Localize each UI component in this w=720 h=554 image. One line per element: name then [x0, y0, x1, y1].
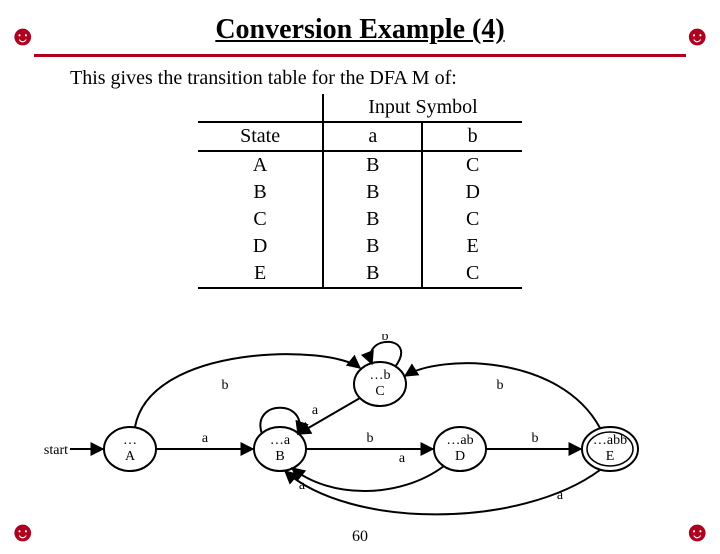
svg-text:…ab: …ab — [446, 433, 473, 448]
edge-E-C — [405, 363, 600, 428]
svg-text:a: a — [202, 431, 209, 446]
edge-A-C — [135, 354, 360, 427]
table-row: ABC — [198, 151, 522, 179]
svg-text:b: b — [222, 378, 229, 393]
svg-text:a: a — [557, 488, 564, 503]
table-row: CBC — [198, 206, 522, 233]
intro-text: This gives the transition table for the … — [70, 67, 650, 90]
state-node-D: …ab D — [434, 427, 486, 471]
svg-text:D: D — [455, 449, 465, 464]
edge-C-B — [298, 398, 360, 434]
svg-text:a: a — [399, 451, 406, 466]
corner-icon-tr: ☻ — [683, 20, 712, 52]
svg-text:…a: …a — [270, 433, 291, 448]
svg-text:b: b — [367, 431, 374, 446]
th-b: b — [422, 122, 521, 151]
svg-text:E: E — [606, 449, 615, 464]
slide-title: Conversion Example (4) — [0, 14, 720, 46]
state-node-E: …abb E — [582, 427, 638, 471]
th-input-symbol: Input Symbol — [323, 94, 522, 122]
svg-text:b: b — [532, 431, 539, 446]
start-label: start — [44, 443, 68, 458]
table-row: DBE — [198, 233, 522, 260]
edge-E-B — [285, 470, 600, 514]
table-row: BBD — [198, 179, 522, 206]
state-node-A: … A — [104, 427, 156, 471]
page-number: 60 — [0, 528, 720, 546]
svg-text:b: b — [497, 378, 504, 393]
table-row: EBC — [198, 260, 522, 288]
svg-text:b: b — [382, 334, 389, 344]
transition-table: Input Symbol State a b ABC BBD CBC DBE E… — [198, 94, 522, 289]
edge-D-B — [292, 466, 444, 491]
svg-text:a: a — [312, 403, 319, 418]
svg-text:B: B — [275, 449, 284, 464]
svg-text:…b: …b — [370, 368, 391, 383]
title-rule — [34, 54, 686, 57]
slide: ☻ ☻ ☻ ☻ Conversion Example (4) This give… — [0, 14, 720, 554]
th-a: a — [323, 122, 422, 151]
svg-text:C: C — [375, 384, 384, 399]
dfa-diagram: … A …a B …b C …ab D …abb E start a — [0, 334, 720, 534]
th-state: State — [198, 122, 323, 151]
svg-text:…: … — [123, 433, 137, 448]
corner-icon-tl: ☻ — [8, 20, 37, 52]
svg-text:A: A — [125, 449, 136, 464]
svg-text:…abb: …abb — [593, 433, 627, 448]
state-node-C: …b C — [354, 362, 406, 406]
